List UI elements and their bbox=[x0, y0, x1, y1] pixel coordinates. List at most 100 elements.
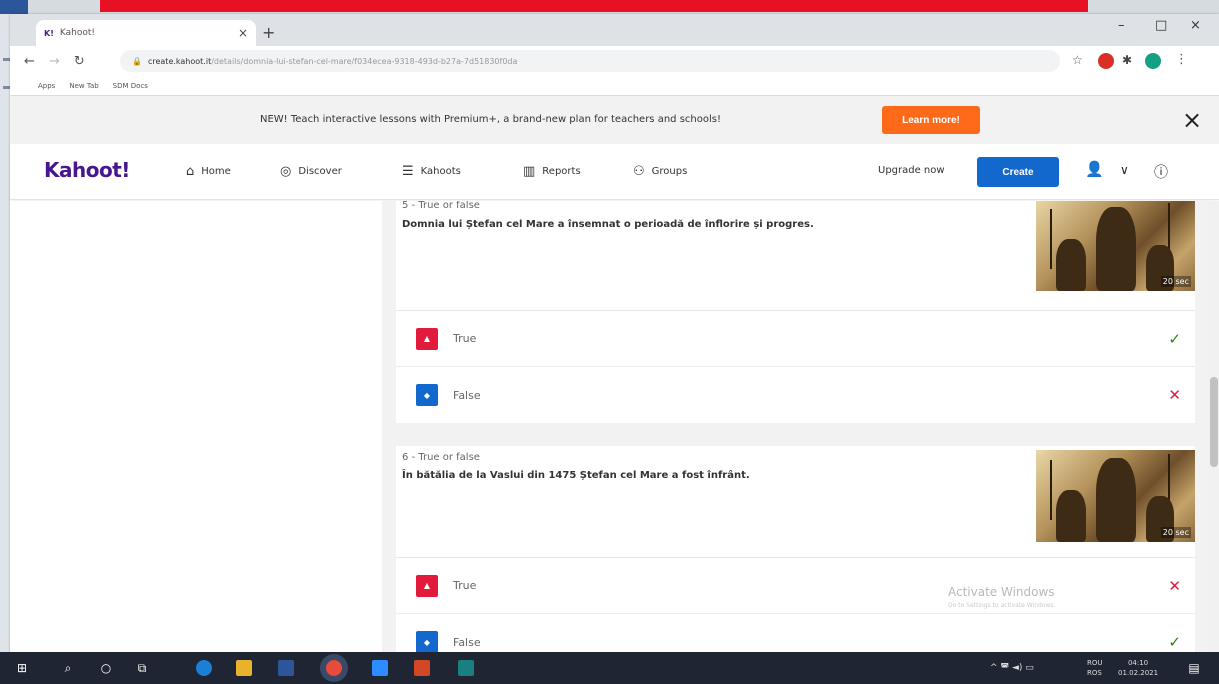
lang-top: ROU bbox=[1087, 659, 1103, 667]
kahoot-favicon-icon: K! bbox=[44, 28, 54, 38]
browser-tab[interactable]: K! Kahoot! × bbox=[36, 20, 256, 46]
chevron-down-icon[interactable]: ∨ bbox=[1120, 163, 1129, 177]
question-header: 6 - True or false În bătălia de la Vaslu… bbox=[396, 446, 1195, 558]
url-path: /details/domnia-lui-stefan-cel-mare/f034… bbox=[211, 56, 518, 66]
chrome-menu-icon[interactable]: ⋮ bbox=[1175, 52, 1188, 67]
question-image: 20 sec bbox=[1036, 201, 1195, 291]
nav-home-label: Home bbox=[201, 166, 231, 177]
clock[interactable]: 04:10 01.02.2021 bbox=[1118, 658, 1158, 678]
screen: K! Kahoot! × + – □ × ← → ↻ 🔒 create.kaho… bbox=[0, 0, 1219, 684]
image-detail bbox=[1096, 207, 1136, 291]
question-text: Domnia lui Ștefan cel Mare a însemnat o … bbox=[402, 219, 814, 230]
create-button[interactable]: Create bbox=[977, 157, 1059, 187]
word-titlebar bbox=[0, 0, 28, 14]
check-icon: ✓ bbox=[1168, 329, 1181, 348]
compass-icon: ◎ bbox=[280, 164, 292, 179]
nav-reports-label: Reports bbox=[542, 166, 581, 177]
diamond-icon: ◆ bbox=[416, 384, 438, 406]
notifications-icon[interactable]: ▤ bbox=[1186, 660, 1202, 676]
search-icon[interactable]: ⌕ bbox=[60, 660, 76, 676]
triangle-icon: ▲ bbox=[416, 327, 438, 350]
nav-discover-label: Discover bbox=[298, 166, 342, 177]
cross-icon: ✕ bbox=[1168, 576, 1181, 595]
tab-close-icon[interactable]: × bbox=[238, 26, 248, 40]
adblock-extension-icon[interactable] bbox=[1098, 53, 1114, 69]
kahoot-navbar: Kahoot! ⌂ Home ◎ Discover ☰ Kahoots ▥ Re… bbox=[10, 144, 1219, 200]
address-row: ← → ↻ 🔒 create.kahoot.it /details/domnia… bbox=[10, 46, 1219, 76]
image-detail bbox=[1096, 458, 1136, 542]
answer-text: False bbox=[453, 388, 481, 402]
nav-home[interactable]: ⌂ Home bbox=[186, 164, 231, 179]
question-card[interactable]: 5 - True or false Domnia lui Ștefan cel … bbox=[396, 201, 1195, 423]
question-label: 6 - True or false bbox=[402, 452, 480, 463]
diamond-icon: ◆ bbox=[416, 631, 438, 652]
upgrade-now-link[interactable]: Upgrade now bbox=[878, 165, 945, 176]
triangle-icon: ▲ bbox=[416, 574, 438, 597]
bookmark-sdm-docs[interactable]: SDM Docs bbox=[113, 82, 148, 90]
profile-avatar-icon[interactable] bbox=[1145, 53, 1161, 69]
scrollbar-thumb[interactable] bbox=[1210, 377, 1218, 467]
nav-kahoots-label: Kahoots bbox=[420, 166, 461, 177]
image-detail bbox=[1056, 490, 1086, 542]
learn-more-button[interactable]: Learn more! bbox=[882, 106, 980, 134]
kahoot-logo[interactable]: Kahoot! bbox=[44, 158, 130, 182]
list-icon: ☰ bbox=[402, 164, 414, 179]
banner-close-icon[interactable]: × bbox=[1182, 106, 1202, 134]
groups-icon: ⚇ bbox=[633, 164, 645, 179]
back-arrow-icon[interactable]: ← bbox=[24, 54, 35, 69]
tab-strip: K! Kahoot! × + – □ × bbox=[10, 14, 1219, 46]
tab-title: Kahoot! bbox=[59, 28, 95, 38]
cortana-icon[interactable]: ○ bbox=[98, 660, 114, 676]
left-panel bbox=[10, 201, 382, 652]
home-icon: ⌂ bbox=[186, 164, 195, 179]
nav-kahoots[interactable]: ☰ Kahoots bbox=[402, 164, 461, 179]
zoom-icon[interactable] bbox=[372, 660, 388, 676]
forward-arrow-icon[interactable]: → bbox=[49, 54, 60, 69]
bookmark-apps[interactable]: Apps bbox=[38, 82, 55, 90]
answer-option: ▲ True ✕ bbox=[396, 558, 1195, 614]
address-bar[interactable]: 🔒 create.kahoot.it /details/domnia-lui-s… bbox=[120, 50, 1060, 72]
nav-groups[interactable]: ⚇ Groups bbox=[633, 164, 687, 179]
star-icon[interactable]: ☆ bbox=[1072, 53, 1083, 67]
windows-start-icon[interactable]: ⊞ bbox=[14, 660, 30, 676]
user-icon[interactable]: 👤 bbox=[1085, 160, 1104, 178]
browser-window: K! Kahoot! × + – □ × ← → ↻ 🔒 create.kaho… bbox=[10, 14, 1219, 652]
answer-text: True bbox=[453, 332, 477, 345]
minimize-button[interactable]: – bbox=[1118, 18, 1125, 33]
keyboard-language[interactable]: ROU ROS bbox=[1087, 658, 1103, 678]
question-text: În bătălia de la Vaslui din 1475 Ștefan … bbox=[402, 470, 750, 481]
clock-time: 04:10 bbox=[1127, 659, 1149, 667]
extensions-puzzle-icon[interactable]: ✱ bbox=[1122, 53, 1132, 67]
chrome-icon[interactable] bbox=[326, 660, 342, 676]
cross-icon: ✕ bbox=[1168, 386, 1181, 404]
lang-bottom: ROS bbox=[1087, 669, 1102, 677]
lock-icon: 🔒 bbox=[132, 56, 142, 66]
bookmarks-bar: Apps New Tab SDM Docs bbox=[10, 76, 1219, 96]
edge-icon[interactable] bbox=[196, 660, 212, 676]
recording-bar bbox=[100, 0, 1088, 12]
image-detail bbox=[1050, 460, 1052, 520]
task-view-icon[interactable]: ⧉ bbox=[134, 660, 150, 676]
help-icon[interactable]: ⓘ bbox=[1154, 162, 1168, 182]
bookmark-new-tab[interactable]: New Tab bbox=[69, 82, 98, 90]
nav-discover[interactable]: ◎ Discover bbox=[280, 164, 342, 179]
photoshop-icon[interactable] bbox=[458, 660, 474, 676]
maximize-button[interactable]: □ bbox=[1155, 18, 1167, 33]
tray-icons[interactable]: ^ ◚ ◄) ▭ bbox=[990, 663, 1034, 673]
question-header: 5 - True or false Domnia lui Ștefan cel … bbox=[396, 201, 1195, 311]
time-limit-badge: 20 sec bbox=[1160, 527, 1191, 538]
nav-reports[interactable]: ▥ Reports bbox=[523, 164, 581, 179]
file-explorer-icon[interactable] bbox=[236, 660, 252, 676]
answer-text: False bbox=[453, 635, 481, 649]
word-icon[interactable] bbox=[278, 660, 294, 676]
question-card[interactable]: 6 - True or false În bătălia de la Vaslu… bbox=[396, 446, 1195, 652]
check-icon: ✓ bbox=[1168, 633, 1181, 651]
answer-option: ◆ False ✕ bbox=[396, 367, 1195, 423]
reload-icon[interactable]: ↻ bbox=[74, 54, 85, 69]
reports-chart-icon: ▥ bbox=[523, 164, 536, 179]
new-tab-button[interactable]: + bbox=[262, 23, 275, 42]
window-close-button[interactable]: × bbox=[1190, 18, 1201, 33]
powerpoint-icon[interactable] bbox=[414, 660, 430, 676]
question-image: 20 sec bbox=[1036, 450, 1195, 542]
answer-text: True bbox=[453, 579, 477, 592]
